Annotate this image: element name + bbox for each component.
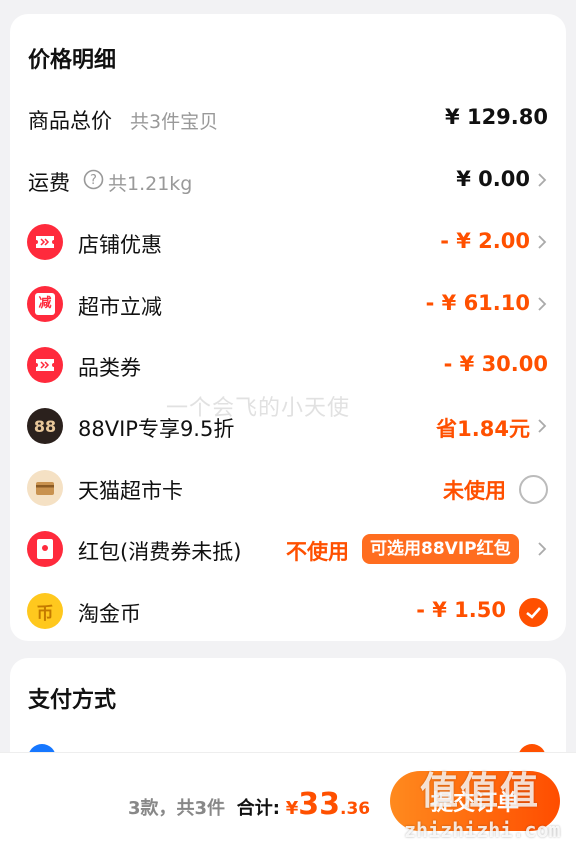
site-logo-watermark: 值值值 bbox=[420, 769, 541, 813]
payment-title: 支付方式 bbox=[28, 688, 117, 713]
tmall-card-radio[interactable] bbox=[519, 475, 548, 504]
coin-icon: 币 bbox=[27, 593, 63, 629]
tmall-card-row[interactable]: 天猫超市卡 未使用 bbox=[10, 466, 566, 510]
vip-88-text: 88 bbox=[33, 416, 57, 436]
total-integer: 33 bbox=[298, 787, 341, 822]
vip-label: 88VIP专享9.5折 bbox=[78, 417, 235, 441]
total-amount: ¥33.36 bbox=[285, 787, 371, 822]
chevron-right-icon bbox=[534, 234, 550, 250]
chevron-right-icon bbox=[534, 418, 550, 434]
coin-text: 币 bbox=[36, 603, 54, 624]
question-icon[interactable]: ? bbox=[83, 169, 104, 190]
goods-total-value: ¥ 129.80 bbox=[445, 105, 548, 129]
red-packet-value: 不使用 bbox=[286, 540, 349, 564]
red-packet-row[interactable]: 红包(消费券未抵) 不使用 可选用88VIP红包 bbox=[10, 527, 566, 571]
vip-row[interactable]: 88 88VIP专享9.5折 省1.84元 bbox=[10, 404, 566, 448]
shipping-value: ¥ 0.00 bbox=[456, 167, 530, 191]
shipping-row[interactable]: 运费 ? 共1.21kg ¥ 0.00 bbox=[10, 158, 566, 202]
total-decimal: .36 bbox=[340, 799, 371, 819]
minus-badge-text: 减 bbox=[35, 293, 55, 315]
price-detail-title: 价格明细 bbox=[28, 48, 117, 73]
tmall-card-label: 天猫超市卡 bbox=[78, 479, 183, 503]
taojinbi-value: - ¥ 1.50 bbox=[416, 598, 506, 622]
vip-88-icon: 88 bbox=[27, 408, 63, 444]
red-packet-icon bbox=[27, 531, 63, 567]
category-coupon-label: 品类券 bbox=[78, 356, 141, 380]
card-icon bbox=[27, 470, 63, 506]
chevron-right-icon bbox=[534, 172, 550, 188]
market-discount-value: - ¥ 61.10 bbox=[425, 291, 530, 315]
chevron-right-icon bbox=[534, 296, 550, 312]
order-summary: 3款，共3件 合计: ¥33.36 bbox=[128, 787, 370, 822]
taojinbi-row[interactable]: 币 淘金币 - ¥ 1.50 bbox=[10, 589, 566, 633]
goods-total-sub: 共3件宝贝 bbox=[130, 111, 219, 133]
currency-symbol: ¥ bbox=[285, 798, 299, 819]
shipping-weight: 共1.21kg bbox=[108, 173, 193, 195]
shop-discount-row[interactable]: 店铺优惠 - ¥ 2.00 bbox=[10, 220, 566, 264]
market-discount-label: 超市立减 bbox=[78, 295, 162, 319]
taojinbi-label: 淘金币 bbox=[78, 602, 141, 626]
vip-red-packet-tag[interactable]: 可选用88VIP红包 bbox=[362, 534, 519, 564]
category-coupon-row: 品类券 - ¥ 30.00 bbox=[10, 343, 566, 387]
tmall-card-value: 未使用 bbox=[443, 479, 506, 503]
site-url-watermark: zhizhizhi.com bbox=[404, 818, 561, 842]
red-packet-label: 红包(消费券未抵) bbox=[78, 540, 242, 564]
item-count: 3款，共3件 bbox=[128, 798, 226, 819]
category-coupon-value: - ¥ 30.00 bbox=[443, 352, 548, 376]
total-label: 合计: bbox=[236, 798, 280, 819]
shop-discount-value: - ¥ 2.00 bbox=[440, 229, 530, 253]
market-discount-row[interactable]: 减 超市立减 - ¥ 61.10 bbox=[10, 282, 566, 326]
vip-value: 省1.84元 bbox=[436, 417, 530, 441]
coupon-icon bbox=[27, 224, 63, 260]
goods-total-row: 商品总价 共3件宝贝 ¥ 129.80 bbox=[10, 96, 566, 140]
coupon-icon bbox=[27, 347, 63, 383]
svg-text:?: ? bbox=[90, 173, 97, 188]
minus-badge-icon: 减 bbox=[27, 286, 63, 322]
shipping-label: 运费 bbox=[28, 171, 70, 195]
chevron-right-icon bbox=[534, 541, 550, 557]
goods-total-label: 商品总价 bbox=[28, 109, 112, 133]
taojinbi-checkbox[interactable] bbox=[519, 598, 548, 627]
price-detail-card: 价格明细 商品总价 共3件宝贝 ¥ 129.80 运费 ? 共1.21kg ¥ … bbox=[10, 14, 566, 641]
shop-discount-label: 店铺优惠 bbox=[78, 233, 162, 257]
